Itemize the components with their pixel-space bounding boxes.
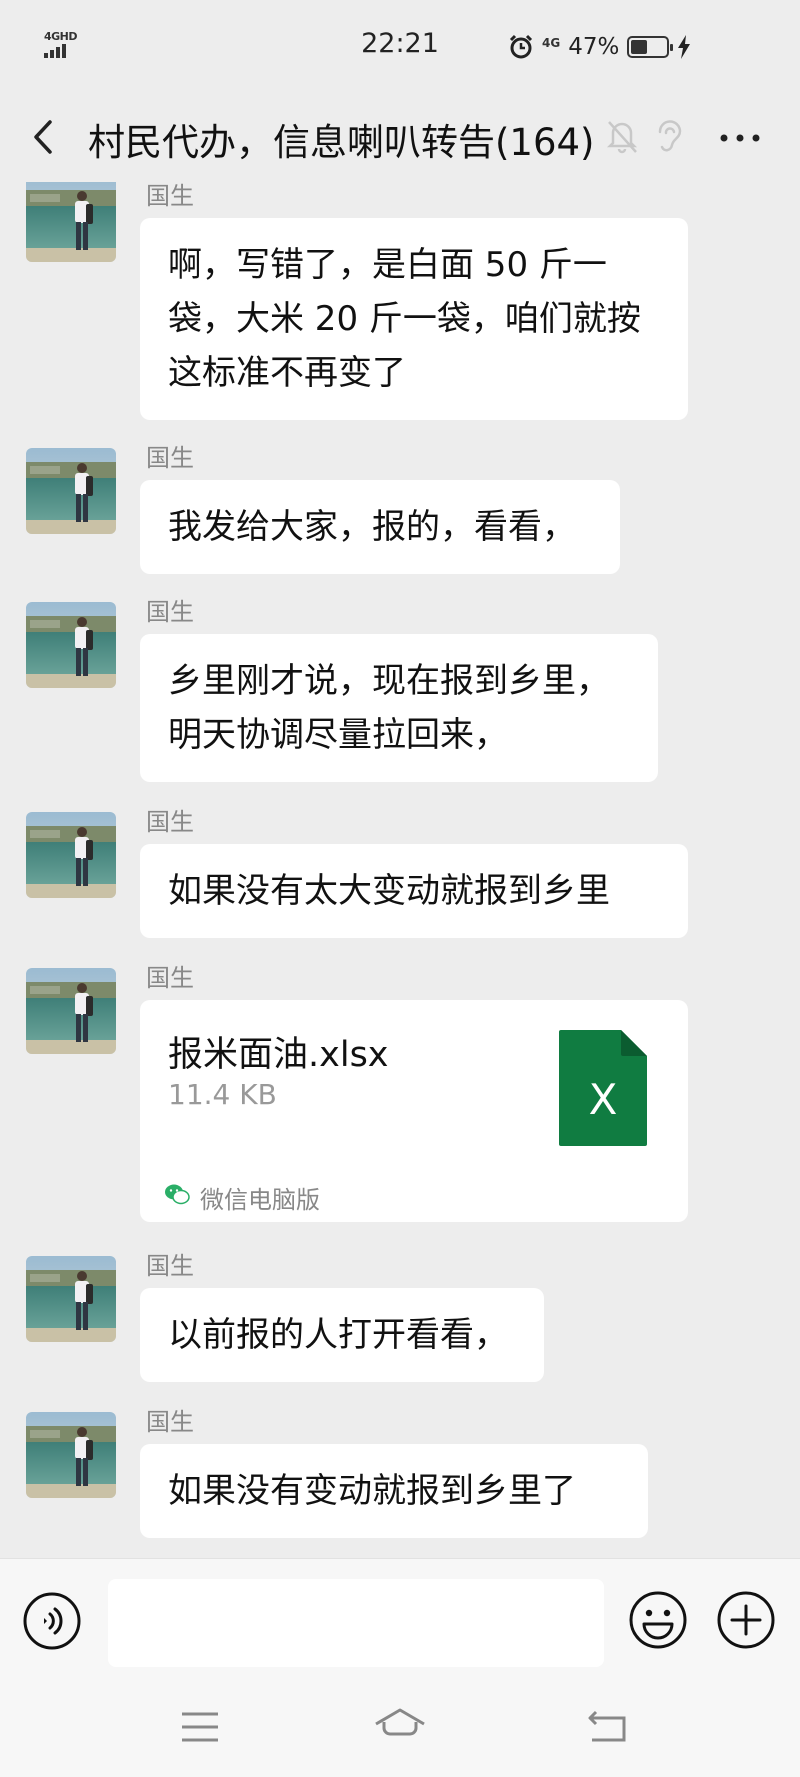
alarm-icon xyxy=(509,34,533,59)
message-bubble[interactable]: 以前报的人打开看看， xyxy=(140,1288,544,1382)
sender-name: 国生 xyxy=(146,808,194,836)
plus-icon[interactable] xyxy=(716,1589,776,1651)
excel-file-icon: X xyxy=(559,1030,647,1146)
network-4g-label: 4G xyxy=(542,35,561,50)
back-arrow-icon[interactable] xyxy=(22,108,70,166)
status-icons: 4G 47% xyxy=(508,30,691,64)
home-icon[interactable] xyxy=(372,1706,428,1746)
message-input[interactable] xyxy=(108,1579,604,1667)
battery-icon xyxy=(627,36,674,58)
message-bubble[interactable]: 如果没有太大变动就报到乡里 xyxy=(140,844,688,938)
message-bubble[interactable]: 如果没有变动就报到乡里了 xyxy=(140,1444,648,1538)
ear-icon xyxy=(658,120,682,152)
chat-title[interactable]: 村民代办，信息喇叭转告(164) xyxy=(88,112,595,166)
mute-bell-icon xyxy=(606,121,638,154)
file-size: 11.4 KB xyxy=(168,1078,277,1111)
chat-header: 村民代办，信息喇叭转告(164) xyxy=(0,94,800,182)
sender-name: 国生 xyxy=(146,1408,194,1436)
sender-name: 国生 xyxy=(146,964,194,992)
avatar[interactable] xyxy=(26,812,116,898)
avatar[interactable] xyxy=(26,448,116,534)
avatar[interactable] xyxy=(26,182,116,262)
message-bubble[interactable]: 乡里刚才说，现在报到乡里，明天协调尽量拉回来， xyxy=(140,634,658,782)
excel-letter: X xyxy=(589,1075,618,1124)
wechat-logo-icon xyxy=(165,1184,190,1205)
voice-icon[interactable] xyxy=(22,1591,82,1651)
avatar[interactable] xyxy=(26,1256,116,1342)
avatar[interactable] xyxy=(26,968,116,1054)
status-bar: 4GHD 22:21 4G 47% xyxy=(0,0,800,94)
message-bubble[interactable]: 我发给大家，报的，看看， xyxy=(140,480,620,574)
sender-name: 国生 xyxy=(146,598,194,626)
system-nav-bar xyxy=(0,1682,800,1777)
back-icon[interactable] xyxy=(586,1706,628,1744)
avatar[interactable] xyxy=(26,1412,116,1498)
charging-bolt-icon xyxy=(678,35,691,59)
emoji-icon[interactable] xyxy=(628,1589,688,1651)
menu-icon[interactable] xyxy=(180,1710,220,1744)
message-bubble[interactable]: 啊，写错了，是白面 50 斤一袋，大米 20 斤一袋，咱们就按这标准不再变了 xyxy=(140,218,688,420)
chat-messages[interactable]: 国生 啊，写错了，是白面 50 斤一袋，大米 20 斤一袋，咱们就按这标准不再变… xyxy=(0,182,800,1558)
input-bar xyxy=(0,1558,800,1682)
file-source: 微信电脑版 xyxy=(200,1186,320,1214)
sender-name: 国生 xyxy=(146,444,194,472)
sender-name: 国生 xyxy=(146,1252,194,1280)
more-dots-icon[interactable] xyxy=(712,118,768,158)
file-name: 报米面油.xlsx xyxy=(168,1035,389,1075)
file-message[interactable]: 报米面油.xlsx 11.4 KB X 微信电脑版 xyxy=(140,1000,688,1222)
battery-percent: 47% xyxy=(568,34,620,60)
avatar[interactable] xyxy=(26,602,116,688)
sender-name: 国生 xyxy=(146,182,194,210)
